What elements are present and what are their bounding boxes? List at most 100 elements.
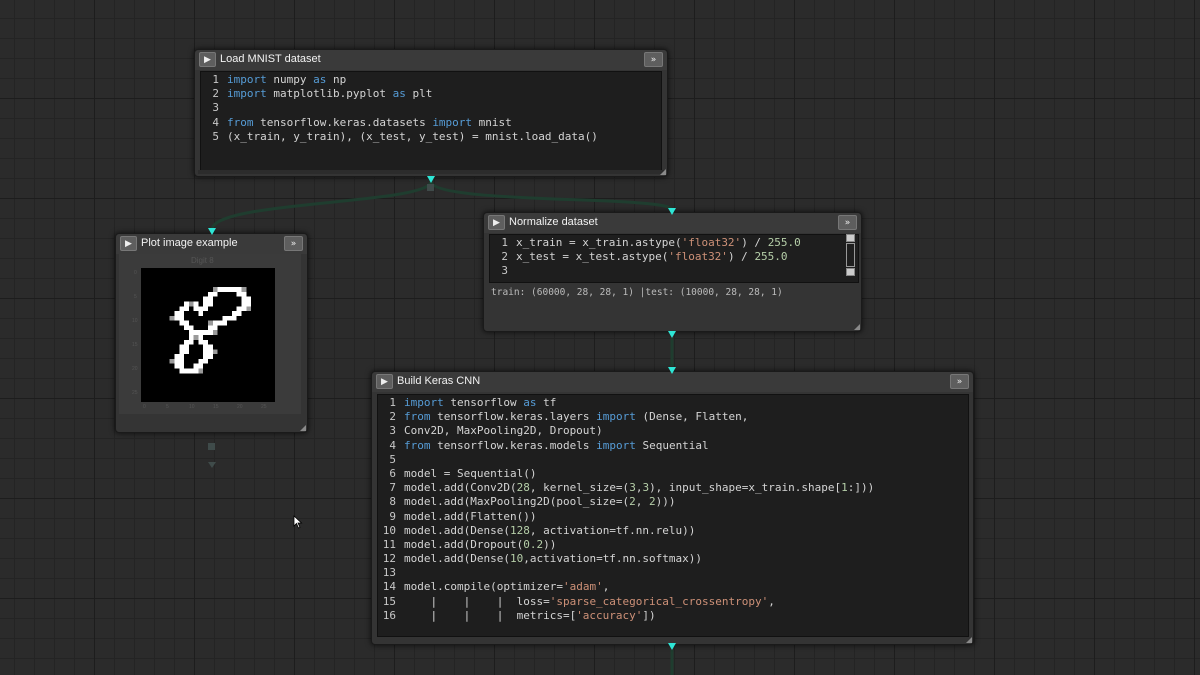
code-line[interactable]: 6 model = Sequential()	[378, 467, 968, 481]
y-tick: 25	[132, 390, 138, 396]
scroll-up-arrow[interactable]	[846, 234, 855, 242]
node-header[interactable]: ▶ Normalize dataset »	[484, 213, 861, 233]
code-line[interactable]: 2 from tensorflow.keras.layers import (De…	[378, 410, 968, 424]
resize-handle[interactable]	[966, 637, 972, 643]
code-line[interactable]: 10 model.add(Dense(128, activation=tf.nn.…	[378, 524, 968, 538]
code-line[interactable]: 5	[378, 453, 968, 467]
plot-title: Digit 8	[191, 256, 214, 265]
code-line[interactable]: 3 Conv2D, MaxPooling2D, Dropout)	[378, 424, 968, 438]
code-line[interactable]: 13	[378, 566, 968, 580]
line-number: 1	[212, 73, 219, 86]
chevron-right-icon[interactable]: ▶	[488, 215, 505, 230]
node-plot-image[interactable]: ▶ Plot image example » Digit 8 0 5 10 15…	[115, 233, 308, 433]
code-token: )))	[655, 495, 676, 509]
code-token: 28	[516, 481, 530, 495]
input-port-plot[interactable]	[208, 228, 216, 235]
code-line[interactable]: 1 import numpy as np	[201, 73, 661, 87]
x-tick: 20	[237, 404, 243, 410]
code-line[interactable]: 4 from tensorflow.keras.datasets import m…	[201, 116, 661, 130]
node-header[interactable]: ▶ Load MNIST dataset »	[195, 50, 667, 70]
code-token: ,activation=tf.nn.softmax))	[523, 552, 703, 566]
line-number: 4	[212, 115, 219, 129]
chevron-right-icon[interactable]: ▶	[199, 52, 216, 67]
code-token: 'float32'	[681, 236, 742, 249]
line-number: 16	[382, 608, 396, 622]
code-line[interactable]: 7 model.add(Conv2D(28, kernel_size=(3,3),…	[378, 481, 968, 495]
code-editor-build-cnn[interactable]: 1 import tensorflow as tf 2 from tensorflow…	[377, 394, 969, 637]
code-line[interactable]: 3	[490, 264, 858, 278]
node-normalize-dataset[interactable]: ▶ Normalize dataset » 1 x_train = x_train…	[483, 212, 862, 332]
line-number: 6	[389, 466, 396, 480]
code-token: model = Sequential()	[404, 466, 537, 480]
code-token: as	[392, 87, 406, 101]
code-token: 'sparse_categorical_crossentropy'	[549, 594, 769, 608]
mnist-digit-image	[141, 268, 275, 402]
output-port-load-mnist[interactable]	[427, 176, 435, 183]
resize-handle[interactable]	[660, 169, 666, 175]
resize-handle[interactable]	[300, 425, 306, 431]
code-line[interactable]: 15 | | | loss='sparse_categorical_crosse…	[378, 595, 968, 609]
code-token: import	[596, 438, 636, 452]
node-load-mnist[interactable]: ▶ Load MNIST dataset » 1 import numpy as …	[194, 49, 668, 177]
code-token: 10	[509, 552, 524, 566]
code-token: model.add(Flatten())	[404, 509, 537, 523]
input-port-normalize[interactable]	[668, 208, 676, 215]
code-line[interactable]: 16 | | | metrics=['accuracy'])	[378, 609, 968, 623]
ghost-port-arrow	[208, 462, 216, 468]
chevron-right-icon[interactable]: ▶	[120, 236, 137, 251]
node-footer	[198, 170, 664, 174]
scroll-down-arrow[interactable]	[846, 268, 855, 276]
code-token: ,	[602, 580, 610, 594]
code-line[interactable]: 9 model.add(Flatten())	[378, 510, 968, 524]
resize-handle[interactable]	[854, 324, 860, 330]
code-token: from	[227, 115, 254, 129]
double-chevron-right-icon[interactable]: »	[950, 374, 969, 389]
code-token: 'adam'	[562, 580, 603, 594]
code-line[interactable]: 4 from tensorflow.keras.models import Seq…	[378, 439, 968, 453]
code-token: import	[404, 396, 444, 409]
code-line[interactable]: 14 model.compile(optimizer='adam',	[378, 580, 968, 594]
code-token: matplotlib.pyplot	[266, 87, 393, 101]
code-token: import	[596, 410, 636, 424]
code-line[interactable]: 8 model.add(MaxPooling2D(pool_size=(2, 2)…	[378, 495, 968, 509]
code-editor-load-mnist[interactable]: 1 import numpy as np 2 import matplotlib.py…	[200, 71, 662, 171]
y-tick: 10	[132, 318, 138, 324]
line-number: 7	[389, 481, 396, 495]
double-chevron-right-icon[interactable]: »	[644, 52, 663, 67]
chevron-right-icon[interactable]: ▶	[376, 374, 393, 389]
code-line[interactable]: 1 x_train = x_train.astype('float32') / 2…	[490, 236, 858, 250]
line-number: 5	[212, 129, 219, 143]
x-tick: 5	[166, 404, 169, 410]
code-editor-normalize[interactable]: 1 x_train = x_train.astype('float32') / 2…	[489, 234, 859, 283]
output-port-build-cnn[interactable]	[668, 643, 676, 650]
code-token: 2	[649, 495, 656, 509]
node-build-keras-cnn[interactable]: ▶ Build Keras CNN » 1 import tensorflow a…	[371, 371, 974, 645]
double-chevron-right-icon[interactable]: »	[838, 215, 857, 230]
line-number: 14	[382, 580, 396, 594]
output-port-normalize[interactable]	[668, 331, 676, 338]
code-line[interactable]: 11 model.add(Dropout(0.2))	[378, 538, 968, 552]
code-token: (x_train, y_train), (x_test, y_test) = m…	[227, 129, 598, 143]
code-line[interactable]: 2 x_test = x_test.astype('float32') / 255…	[490, 250, 858, 264]
code-token: tensorflow.keras.layers	[430, 410, 597, 424]
code-line[interactable]: 2 import matplotlib.pyplot as plt	[201, 87, 661, 101]
code-line[interactable]: 3	[201, 101, 661, 115]
node-header[interactable]: ▶ Build Keras CNN »	[372, 372, 973, 392]
code-line[interactable]: 1 import tensorflow as tf	[378, 396, 968, 410]
code-token: ,	[768, 594, 775, 608]
double-chevron-right-icon[interactable]: »	[284, 236, 303, 251]
code-token: import	[227, 73, 267, 86]
code-line[interactable]: 12 model.add(Dense(10,activation=tf.nn.so…	[378, 552, 968, 566]
input-port-build-cnn[interactable]	[668, 367, 676, 374]
code-token: 128	[509, 523, 530, 537]
code-token: ), input_shape=x_train.shape[	[649, 481, 842, 495]
code-token: import	[432, 115, 473, 129]
scroll-thumb[interactable]	[846, 243, 855, 267]
node-header[interactable]: ▶ Plot image example »	[116, 234, 307, 254]
code-token: :]))	[847, 481, 875, 495]
code-token: 2	[629, 495, 636, 509]
editor-scrollbar[interactable]	[845, 234, 856, 276]
code-token: , kernel_size=(	[529, 481, 630, 495]
code-token: import	[227, 87, 267, 101]
code-line[interactable]: 5 (x_train, y_train), (x_test, y_test) = …	[201, 130, 661, 144]
